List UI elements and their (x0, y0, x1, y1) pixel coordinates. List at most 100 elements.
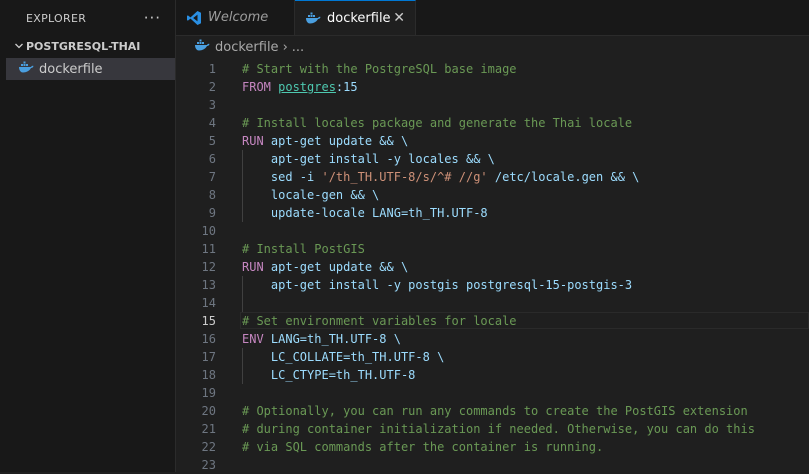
line-text: # Install PostGIS (242, 240, 365, 258)
docker-whale-icon (18, 61, 34, 77)
line-text: RUN apt-get update && \ (242, 132, 408, 150)
explorer-header: EXPLORER ··· (6, 0, 175, 36)
code-line[interactable]: 9 update-locale LANG=th_TH.UTF-8 (176, 204, 809, 222)
code-line[interactable]: 23 (176, 456, 809, 474)
breadcrumb-file[interactable]: dockerfile (215, 40, 279, 55)
line-text: # via SQL commands after the container i… (242, 438, 603, 456)
folder-label: POSTGRESQL-THAI (26, 39, 141, 53)
docker-whale-icon (305, 12, 321, 24)
line-number: 8 (208, 188, 216, 202)
code-token-text: /etc/locale.gen && \ (487, 170, 640, 184)
code-line[interactable]: 1 # Start with the PostgreSQL base image (176, 60, 809, 78)
line-number: 4 (208, 116, 216, 130)
code-line[interactable]: 5 RUN apt-get update && \ (176, 132, 809, 150)
code-line[interactable]: 6 apt-get install -y locales && \ (176, 150, 809, 168)
code-token-comment: # via SQL commands after the container i… (242, 440, 604, 454)
code-line[interactable]: 15 # Set environment variables for locale (176, 312, 809, 330)
line-number: 15 (201, 314, 216, 328)
line-number: 12 (201, 260, 216, 274)
line-number: 16 (201, 332, 216, 346)
code-line[interactable]: 20 # Optionally, you can run any commands… (176, 402, 809, 420)
code-token-text: LC_COLLATE=th_TH.UTF-8 \ (242, 350, 445, 364)
line-number: 7 (208, 170, 216, 184)
line-text: sed -i '/th_TH.UTF-8/s/^# //g' /etc/loca… (242, 168, 639, 186)
code-line[interactable]: 21 # during container initialization if n… (176, 420, 809, 438)
code-line[interactable]: 4 # Install locales package and generate … (176, 114, 809, 132)
explorer-title: EXPLORER (26, 11, 87, 25)
code-token-text: apt-get update && \ (270, 134, 409, 148)
code-line[interactable]: 17 LC_COLLATE=th_TH.UTF-8 \ (176, 348, 809, 366)
vscode-window: EXPLORER ··· POSTGRESQL-THAI dockerfile (0, 0, 809, 472)
line-text: # Optionally, you can run any commands t… (242, 402, 748, 420)
code-token-text: apt-get update && \ (270, 260, 409, 274)
code-line[interactable]: 11 # Install PostGIS (176, 240, 809, 258)
code-token-comment: # during container initialization if nee… (242, 422, 755, 436)
line-number: 14 (201, 296, 216, 310)
code-line[interactable]: 8 locale-gen && \ (176, 186, 809, 204)
line-number: 10 (201, 224, 216, 238)
line-number: 13 (201, 278, 216, 292)
line-number: 23 (201, 458, 216, 472)
docker-whale-icon (194, 39, 210, 55)
line-number: 22 (201, 440, 216, 454)
code-token-comment: # Start with the PostgreSQL base image (242, 62, 517, 76)
more-actions-icon[interactable]: ··· (144, 9, 161, 27)
line-number: 3 (208, 98, 216, 112)
indent-guide (242, 294, 243, 312)
code-line[interactable]: 7 sed -i '/th_TH.UTF-8/s/^# //g' /etc/lo… (176, 168, 809, 186)
breadcrumb: dockerfile › ... (176, 36, 809, 58)
line-text: # Install locales package and generate t… (242, 114, 632, 132)
code-token-text: apt-get install -y postgis postgresql-15… (242, 278, 633, 292)
line-text: # during container initialization if nee… (242, 420, 755, 438)
code-token-text: :15 (335, 80, 358, 94)
code-line[interactable]: 13 apt-get install -y postgis postgresql… (176, 276, 809, 294)
tab-welcome[interactable]: Welcome (176, 0, 295, 35)
line-number: 20 (201, 404, 216, 418)
code-editor[interactable]: 1 # Start with the PostgreSQL base image 2… (176, 60, 809, 474)
line-number: 17 (201, 350, 216, 364)
tab-dockerfile[interactable]: dockerfile ✕ (295, 0, 416, 35)
code-token-keyword: RUN (242, 260, 271, 274)
explorer-sidebar: EXPLORER ··· POSTGRESQL-THAI dockerfile (6, 0, 176, 472)
line-number: 19 (201, 386, 216, 400)
line-number: 11 (201, 242, 216, 256)
code-line[interactable]: 2 FROM postgres:15 (176, 78, 809, 96)
code-line[interactable]: 19 (176, 384, 809, 402)
code-token-image: postgres (278, 80, 336, 94)
code-token-comment: # Install PostGIS (242, 242, 365, 256)
code-line[interactable]: 3 (176, 96, 809, 114)
code-line[interactable]: 22 # via SQL commands after the container… (176, 438, 809, 456)
code-token-comment: # Optionally, you can run any commands t… (242, 404, 748, 418)
line-number: 6 (208, 152, 216, 166)
vscode-icon (186, 10, 202, 26)
code-token-string: '/th_TH.UTF-8/s/^# //g' (321, 170, 488, 184)
code-line[interactable]: 18 LC_CTYPE=th_TH.UTF-8 (176, 366, 809, 384)
tab-label: Welcome (208, 10, 269, 25)
folder-postgresql-thai[interactable]: POSTGRESQL-THAI (6, 36, 175, 56)
line-number: 2 (208, 80, 216, 94)
code-token-keyword: ENV (242, 332, 271, 346)
code-token-text: update-locale LANG=th_TH.UTF-8 (242, 206, 488, 220)
code-token-text: sed -i (242, 170, 322, 184)
line-text: locale-gen && \ (242, 186, 379, 204)
close-icon[interactable]: ✕ (393, 10, 405, 26)
line-text: apt-get install -y postgis postgresql-15… (242, 276, 632, 294)
line-text: LC_CTYPE=th_TH.UTF-8 (242, 366, 416, 384)
line-text: RUN apt-get update && \ (242, 258, 408, 276)
editor-pane: Welcome dockerfile ✕ dockerfile › ... 1 … (176, 0, 809, 472)
line-number: 21 (201, 422, 216, 436)
code-token-comment: # Set environment variables for locale (242, 314, 517, 328)
code-token-comment: # Install locales package and generate t… (242, 116, 633, 130)
code-line[interactable]: 16 ENV LANG=th_TH.UTF-8 \ (176, 330, 809, 348)
code-line[interactable]: 10 (176, 222, 809, 240)
tab-label: dockerfile (327, 10, 391, 26)
chevron-right-icon: › (282, 39, 288, 55)
code-line[interactable]: 12 RUN apt-get update && \ (176, 258, 809, 276)
code-token-keyword: FROM (242, 80, 279, 94)
code-line[interactable]: 14 (176, 294, 809, 312)
code-token-text: LC_CTYPE=th_TH.UTF-8 (242, 368, 416, 382)
breadcrumb-more[interactable]: ... (292, 40, 304, 55)
file-item-dockerfile[interactable]: dockerfile (6, 58, 175, 80)
line-number: 5 (208, 134, 216, 148)
line-number: 18 (201, 368, 216, 382)
